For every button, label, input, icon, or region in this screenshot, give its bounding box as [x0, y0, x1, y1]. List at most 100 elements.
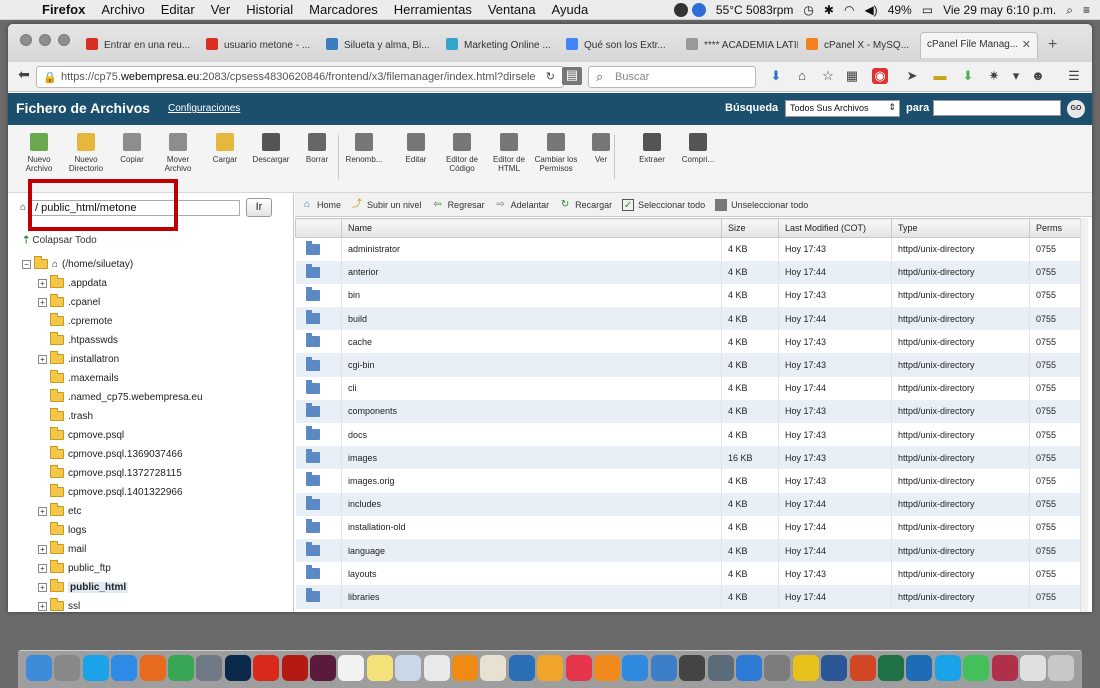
- menu-editar[interactable]: Editar: [161, 2, 195, 17]
- home-nav-button[interactable]: ⌂ Home: [301, 199, 341, 211]
- tab-3[interactable]: Silueta y alma, Bi...: [320, 32, 438, 58]
- addon-bug-icon[interactable]: ✷: [986, 68, 1002, 84]
- battery-percent[interactable]: 49%: [888, 3, 912, 17]
- table-row[interactable]: images 16 KB Hoy 17:43 httpd/unix-directory…: [295, 446, 1085, 470]
- tab-2[interactable]: usuario metone - ...: [200, 32, 318, 58]
- edit-tool[interactable]: Editar: [393, 133, 439, 164]
- upload-tool[interactable]: Cargar: [202, 133, 248, 164]
- select-all-button[interactable]: ✓ Seleccionar todo: [622, 198, 705, 211]
- extract-tool[interactable]: Extraer: [629, 133, 675, 164]
- tab-6[interactable]: **** ACADEMIA LATIN...: [680, 32, 798, 58]
- tab-1[interactable]: Entrar en una reu...: [80, 32, 198, 58]
- delete-tool[interactable]: Borrar: [294, 133, 340, 164]
- addon-arrow-icon[interactable]: ⬇: [960, 68, 976, 84]
- tab-7[interactable]: cPanel X - MySQ...: [800, 32, 918, 58]
- table-row[interactable]: build 4 KB Hoy 17:44 httpd/unix-directory 07…: [295, 307, 1085, 331]
- tree-root[interactable]: − ⌂ (/home/siluetay): [22, 255, 133, 273]
- skype2-icon[interactable]: [934, 655, 961, 681]
- skype-status-icon[interactable]: [691, 3, 706, 17]
- table-row[interactable]: cli 4 KB Hoy 17:44 httpd/unix-directory 0755: [295, 376, 1085, 400]
- appstore-icon[interactable]: [622, 655, 649, 681]
- code-editor-tool[interactable]: Editor de Código: [439, 133, 485, 173]
- url-bar[interactable]: 🔒 https://cp75.webempresa.eu:2083/cpsess…: [36, 66, 564, 88]
- chrome-icon[interactable]: [168, 655, 194, 681]
- tree-item[interactable]: + etc: [38, 502, 81, 520]
- temperature-readout[interactable]: 55°C 5083rpm: [716, 3, 794, 17]
- copy-tool[interactable]: Copiar: [109, 133, 155, 164]
- addon-card-icon[interactable]: ▬: [932, 68, 948, 84]
- minimize-window-button[interactable]: [39, 34, 51, 46]
- powerpoint-icon[interactable]: [849, 655, 876, 681]
- new-tab-button[interactable]: +: [1048, 36, 1057, 54]
- modified-column-header[interactable]: Last Modified (COT): [778, 218, 892, 238]
- outlook-icon[interactable]: [906, 655, 933, 681]
- search-scope-select[interactable]: Todos Sus Archivos ⇕: [785, 100, 900, 117]
- expand-toggle-icon[interactable]: +: [38, 601, 47, 611]
- expand-toggle-icon[interactable]: +: [38, 582, 47, 592]
- facetime-icon[interactable]: [963, 655, 990, 681]
- launchpad-icon[interactable]: [54, 655, 81, 681]
- html-editor-tool[interactable]: Editor de HTML: [486, 133, 532, 173]
- expand-toggle-icon[interactable]: +: [38, 544, 47, 554]
- settings-link[interactable]: Configuraciones: [168, 103, 240, 114]
- chevron-down-icon[interactable]: ▾: [1008, 68, 1024, 84]
- wifi-icon[interactable]: ◠: [844, 3, 854, 17]
- table-row[interactable]: libraries 4 KB Hoy 17:44 httpd/unix-directo…: [295, 585, 1085, 609]
- tree-item[interactable]: cpmove.psql.1369037466: [38, 445, 183, 463]
- menu-marcadores[interactable]: Marcadores: [309, 2, 378, 17]
- go-path-button[interactable]: Ir: [246, 198, 272, 217]
- time-machine-icon[interactable]: ◷: [803, 3, 813, 17]
- expand-toggle-icon[interactable]: +: [38, 278, 47, 288]
- vertical-scrollbar[interactable]: [1080, 218, 1088, 612]
- acrobat-icon[interactable]: [253, 655, 280, 681]
- menu-herramientas[interactable]: Herramientas: [394, 2, 472, 17]
- file-name[interactable]: administrator: [341, 237, 722, 261]
- file-name[interactable]: build: [341, 307, 722, 331]
- zoom-window-button[interactable]: [58, 34, 70, 46]
- file-name[interactable]: components: [341, 399, 722, 423]
- tree-item[interactable]: .maxemails: [38, 369, 119, 387]
- status-menu-icon[interactable]: [673, 3, 688, 17]
- safari-icon[interactable]: [111, 655, 138, 681]
- type-column-header[interactable]: Type: [891, 218, 1030, 238]
- bookmarks-list-icon[interactable]: ▦: [844, 68, 860, 84]
- download-tool[interactable]: Descargar: [248, 133, 294, 164]
- table-row[interactable]: cgi-bin 4 KB Hoy 17:43 httpd/unix-directory…: [295, 353, 1085, 377]
- preview-icon[interactable]: [395, 655, 422, 681]
- volume-icon[interactable]: ◀): [864, 3, 877, 17]
- table-row[interactable]: includes 4 KB Hoy 17:44 httpd/unix-director…: [295, 492, 1085, 516]
- deselect-all-button[interactable]: Unseleccionar todo: [715, 198, 808, 211]
- spotlight-icon[interactable]: ⌕: [1066, 3, 1073, 18]
- file-name[interactable]: includes: [341, 492, 722, 516]
- hamburger-menu-icon[interactable]: ☰: [1066, 68, 1082, 84]
- new-folder-tool[interactable]: Nuevo Directorio: [63, 133, 109, 173]
- new-file-tool[interactable]: Nuevo Archivo: [16, 133, 62, 173]
- reload-icon[interactable]: ↻: [541, 70, 555, 83]
- acrobat-pro-icon[interactable]: [281, 655, 308, 681]
- datetime[interactable]: Vie 29 may 6:10 p.m.: [943, 3, 1056, 17]
- table-row[interactable]: language 4 KB Hoy 17:44 httpd/unix-director…: [295, 538, 1085, 563]
- radiation-icon[interactable]: [792, 655, 819, 681]
- tree-item[interactable]: + .installatron: [38, 350, 119, 368]
- table-row[interactable]: cache 4 KB Hoy 17:43 httpd/unix-directory 07…: [295, 330, 1085, 354]
- tree-item[interactable]: cpmove.psql.1372728115: [38, 464, 182, 482]
- rename-tool[interactable]: Renomb...: [341, 133, 387, 164]
- tree-item[interactable]: + mail: [38, 540, 86, 558]
- file-name[interactable]: images.orig: [341, 469, 722, 493]
- back-nav-button[interactable]: ⇦ Regresar: [432, 199, 484, 211]
- tree-item[interactable]: .cpremote: [38, 312, 112, 330]
- movie-icon[interactable]: [679, 655, 706, 681]
- tree-item[interactable]: + public_ftp: [38, 559, 111, 577]
- close-window-button[interactable]: [20, 34, 32, 46]
- vlc-icon[interactable]: [452, 655, 478, 681]
- menu-ayuda[interactable]: Ayuda: [552, 2, 589, 17]
- size-column-header[interactable]: Size: [721, 218, 779, 238]
- file-name[interactable]: cgi-bin: [341, 353, 722, 377]
- table-row[interactable]: administrator 4 KB Hoy 17:43 httpd/unix-dir…: [295, 237, 1085, 261]
- menu-ver[interactable]: Ver: [211, 2, 231, 17]
- reader-view-icon[interactable]: ▤: [562, 67, 582, 85]
- tree-item[interactable]: .named_cp75.webempresa.eu: [38, 388, 203, 406]
- tree-item[interactable]: logs: [38, 521, 86, 539]
- expand-toggle-icon[interactable]: +: [38, 563, 47, 573]
- ibooks-icon[interactable]: [594, 655, 620, 681]
